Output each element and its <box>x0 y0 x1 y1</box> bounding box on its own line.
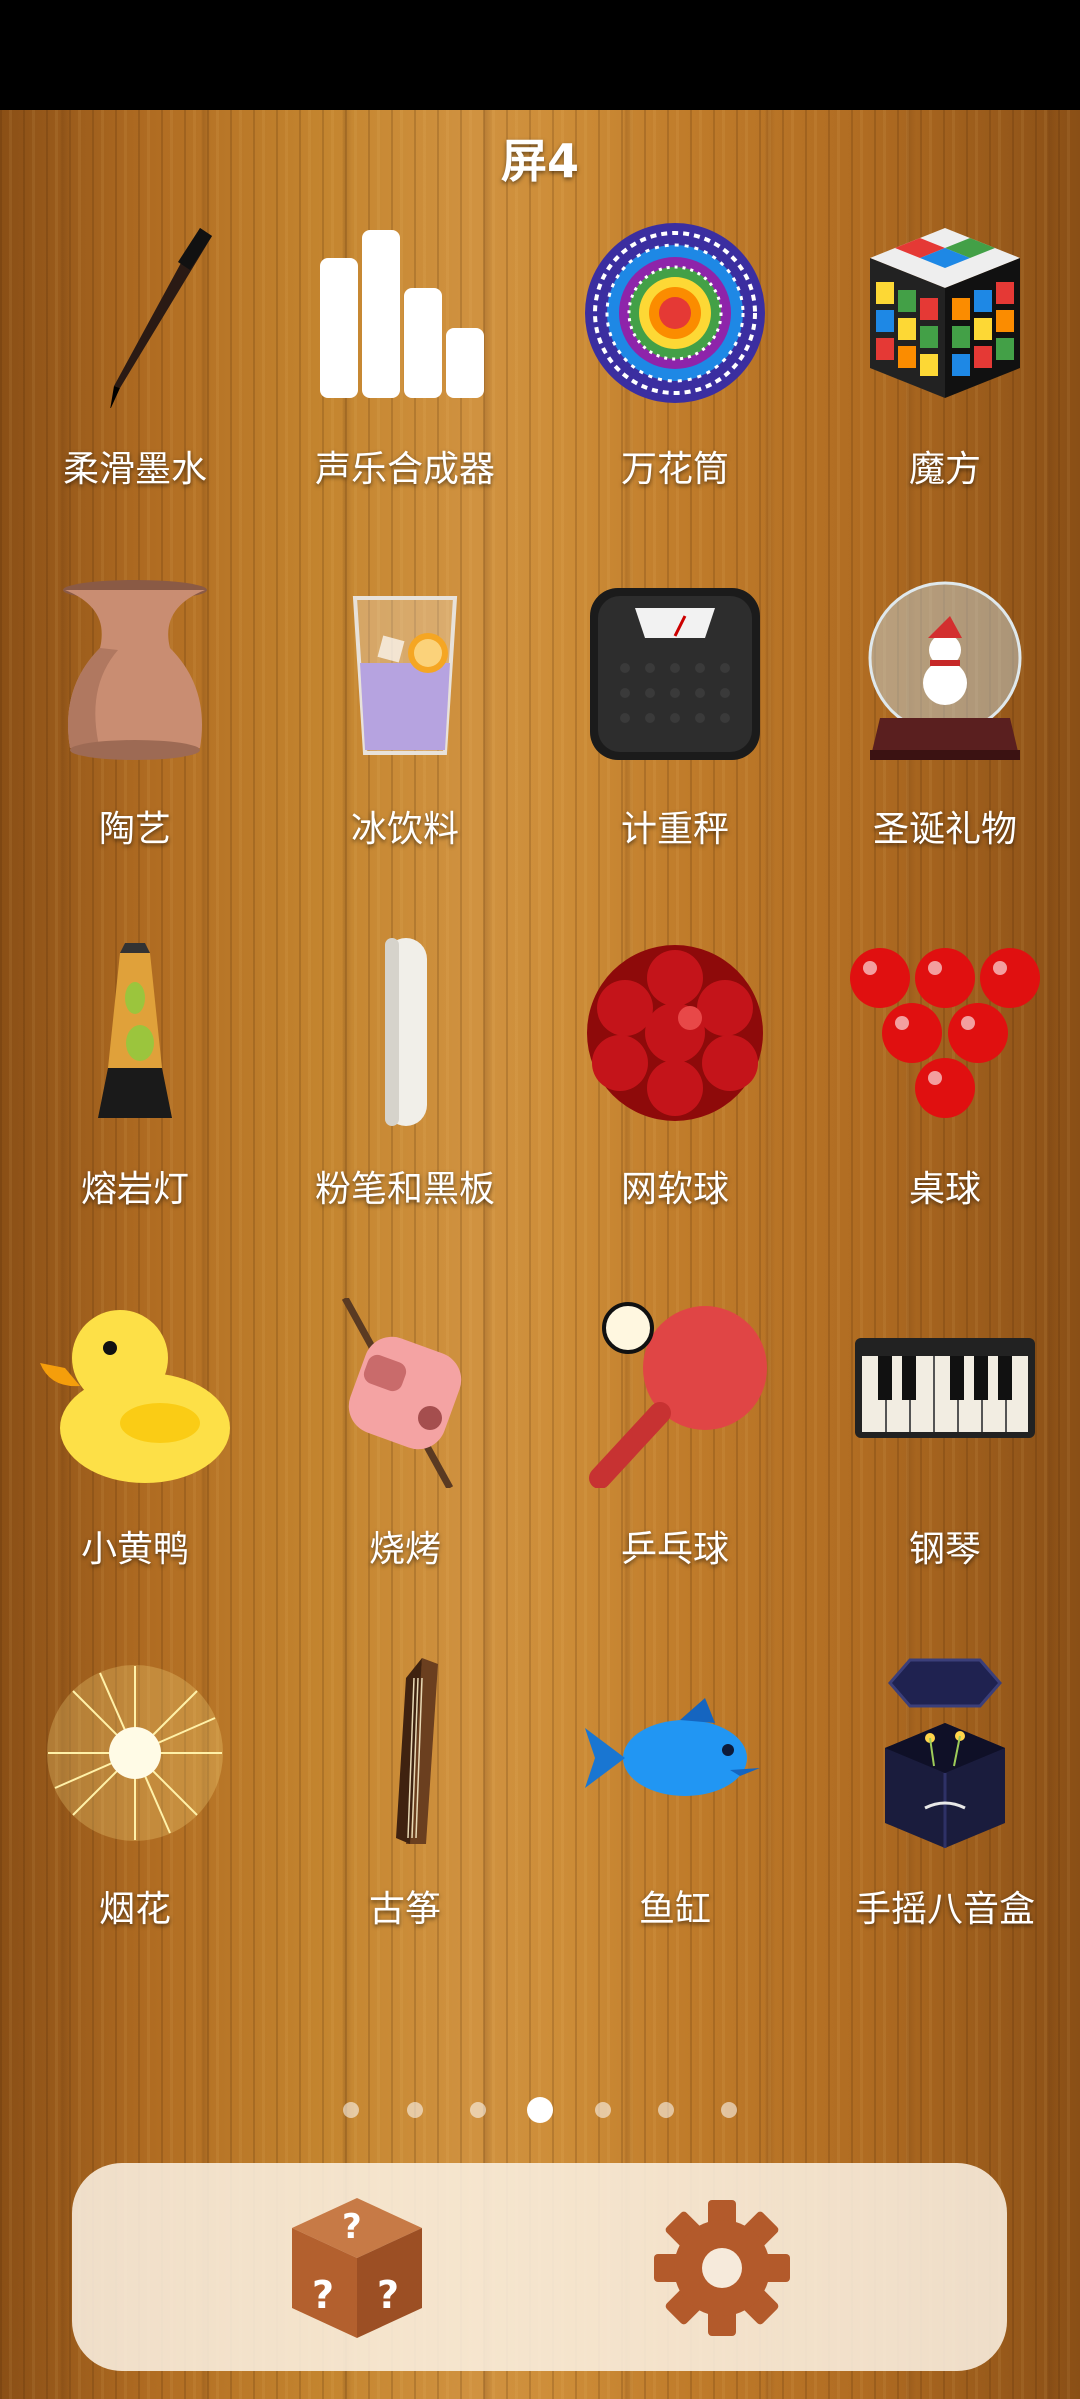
bars-icon <box>310 218 500 408</box>
app-label: 古筝 <box>368 1889 441 1930</box>
app-item-squishy-ball[interactable]: 网软球 <box>540 938 810 1298</box>
app-label: 魔方 <box>908 449 981 490</box>
firework-icon <box>40 1658 230 1848</box>
app-label: 冰饮料 <box>350 809 459 850</box>
random-box-button[interactable]: ? ? ? <box>282 2193 432 2343</box>
app-label: 乒乓球 <box>620 1529 729 1570</box>
app-item-synth[interactable]: 声乐合成器 <box>270 218 540 578</box>
snow-globe-icon <box>850 578 1040 768</box>
app-item-ping-pong[interactable]: 乒乓球 <box>540 1298 810 1658</box>
scale-icon <box>580 578 770 768</box>
app-item-scale[interactable]: 计重秤 <box>540 578 810 938</box>
app-label: 烧烤 <box>368 1529 441 1570</box>
app-label: 鱼缸 <box>638 1889 711 1930</box>
page-dot-active[interactable] <box>527 2097 553 2123</box>
app-item-billiards[interactable]: 桌球 <box>810 938 1080 1298</box>
app-item-lava-lamp[interactable]: 熔岩灯 <box>0 938 270 1298</box>
app-label: 烟花 <box>98 1889 171 1930</box>
app-item-piano[interactable]: 钢琴 <box>810 1298 1080 1658</box>
app-label: 网软球 <box>620 1169 729 1210</box>
app-item-rubber-duck[interactable]: 小黄鸭 <box>0 1298 270 1658</box>
app-item-pottery[interactable]: 陶艺 <box>0 578 270 938</box>
page-dot[interactable] <box>721 2102 737 2118</box>
app-label: 小黄鸭 <box>80 1529 189 1570</box>
app-item-music-box[interactable]: 手摇八音盒 <box>810 1658 1080 2018</box>
svg-text:?: ? <box>312 2273 334 2317</box>
app-item-bbq[interactable]: 烧烤 <box>270 1298 540 1658</box>
page-dot[interactable] <box>658 2102 674 2118</box>
ping-pong-icon <box>580 1298 770 1488</box>
app-label: 计重秤 <box>620 809 729 850</box>
app-item-guzheng[interactable]: 古筝 <box>270 1658 540 2018</box>
app-item-fish-tank[interactable]: 鱼缸 <box>540 1658 810 2018</box>
piano-icon <box>850 1298 1040 1488</box>
app-label: 钢琴 <box>908 1529 981 1570</box>
settings-button[interactable] <box>647 2193 797 2343</box>
squishy-ball-icon <box>580 938 770 1128</box>
page-title: 屏4 <box>500 134 579 188</box>
guzheng-icon <box>310 1658 500 1848</box>
rubber-duck-icon <box>40 1298 230 1488</box>
status-bar <box>0 0 1080 110</box>
billiard-balls-icon <box>850 938 1040 1128</box>
app-item-kaleidoscope[interactable]: 万花筒 <box>540 218 810 578</box>
app-label: 柔滑墨水 <box>62 449 207 490</box>
page-dot[interactable] <box>407 2102 423 2118</box>
page-indicator[interactable] <box>0 2097 1080 2123</box>
app-label: 圣诞礼物 <box>872 809 1017 850</box>
page-dot[interactable] <box>470 2102 486 2118</box>
kaleidoscope-icon <box>580 218 770 408</box>
ink-brush-icon <box>40 218 230 408</box>
app-label: 陶艺 <box>98 809 171 850</box>
lava-lamp-icon <box>40 938 230 1128</box>
marshmallow-icon <box>310 1298 500 1488</box>
rubiks-cube-icon <box>850 218 1040 408</box>
page-dot[interactable] <box>343 2102 359 2118</box>
app-item-firework[interactable]: 烟花 <box>0 1658 270 2018</box>
app-item-rubiks[interactable]: 魔方 <box>810 218 1080 578</box>
app-label: 声乐合成器 <box>314 449 495 490</box>
app-label: 万花筒 <box>620 449 729 490</box>
app-item-chalk[interactable]: 粉笔和黑板 <box>270 938 540 1298</box>
pottery-vase-icon <box>40 578 230 768</box>
app-item-ink[interactable]: 柔滑墨水 <box>0 218 270 578</box>
app-item-snow-globe[interactable]: 圣诞礼物 <box>810 578 1080 938</box>
gear-icon <box>654 2200 790 2336</box>
iced-drink-icon <box>310 578 500 768</box>
app-label: 熔岩灯 <box>80 1169 189 1210</box>
bottom-bar: ? ? ? <box>72 2163 1007 2371</box>
app-label: 粉笔和黑板 <box>314 1169 495 1210</box>
music-box-icon <box>850 1658 1040 1848</box>
svg-text:?: ? <box>377 2273 399 2317</box>
app-item-iced-drink[interactable]: 冰饮料 <box>270 578 540 938</box>
app-label: 手摇八音盒 <box>854 1889 1035 1930</box>
page-dot[interactable] <box>595 2102 611 2118</box>
random-box-icon: ? ? ? <box>292 2198 422 2338</box>
chalk-icon <box>310 938 500 1128</box>
app-label: 桌球 <box>908 1169 981 1210</box>
fish-icon <box>580 1658 770 1848</box>
svg-text:?: ? <box>342 2207 362 2247</box>
